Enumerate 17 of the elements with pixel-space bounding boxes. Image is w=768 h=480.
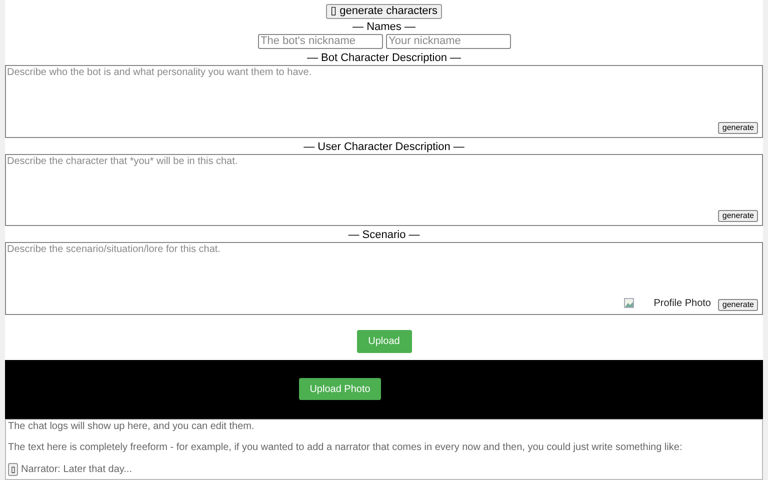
generate-button[interactable]: generate bbox=[718, 122, 758, 134]
nickname-field[interactable]: The bot's nickname bbox=[258, 34, 382, 49]
chat-text: Narrator: Later that day... bbox=[21, 464, 132, 476]
generate-button[interactable]: generate bbox=[718, 210, 758, 222]
small-button[interactable]: ▯ bbox=[8, 463, 18, 476]
nickname-field[interactable]: Your nickname bbox=[386, 34, 510, 49]
section-heading: — Scenario — bbox=[348, 229, 420, 242]
image-alt-text: Profile Photo bbox=[654, 296, 711, 311]
generate-characters-button[interactable]: ▯ generate characters bbox=[326, 4, 442, 19]
chat-text: The text here is completely freeform - for example, if you wanted to add a narrator that comes in every now and then, you could just write something like: bbox=[8, 442, 684, 454]
chat-log-field[interactable] bbox=[5, 419, 763, 480]
broken-image-icon bbox=[624, 298, 634, 308]
section-heading: — User Character Description — bbox=[304, 140, 464, 154]
generate-button[interactable]: generate bbox=[718, 298, 758, 311]
section-heading: — Bot Character Description — bbox=[306, 52, 462, 65]
section-heading: — Names — bbox=[352, 21, 416, 34]
chat-text: The chat logs will show up here, and you can edit them. bbox=[8, 421, 256, 434]
